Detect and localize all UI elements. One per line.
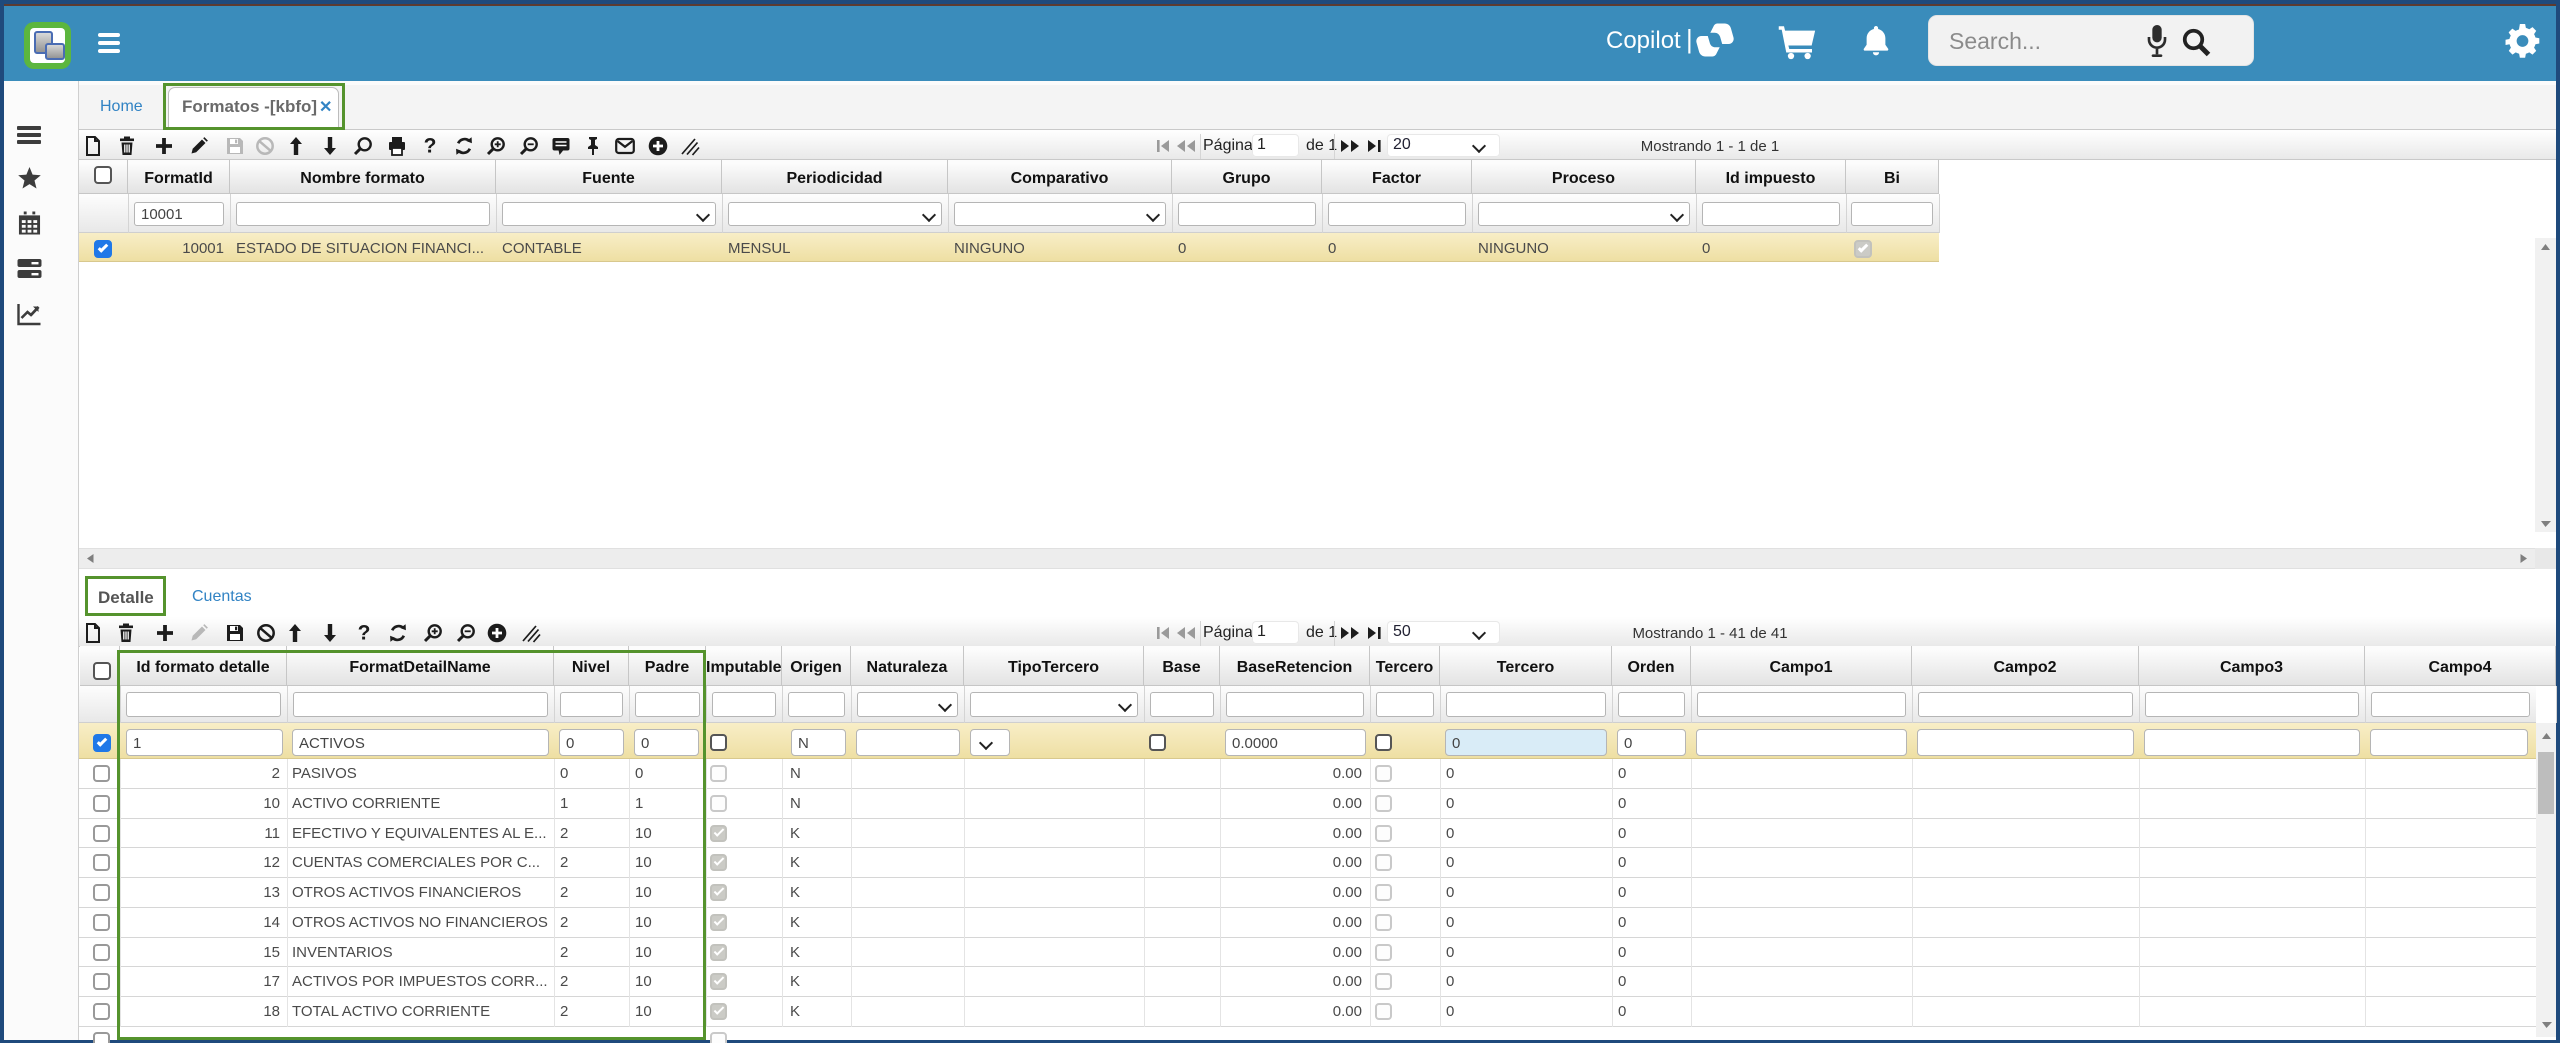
- svg-text:?: ?: [424, 135, 437, 158]
- svg-text:?: ?: [358, 622, 371, 645]
